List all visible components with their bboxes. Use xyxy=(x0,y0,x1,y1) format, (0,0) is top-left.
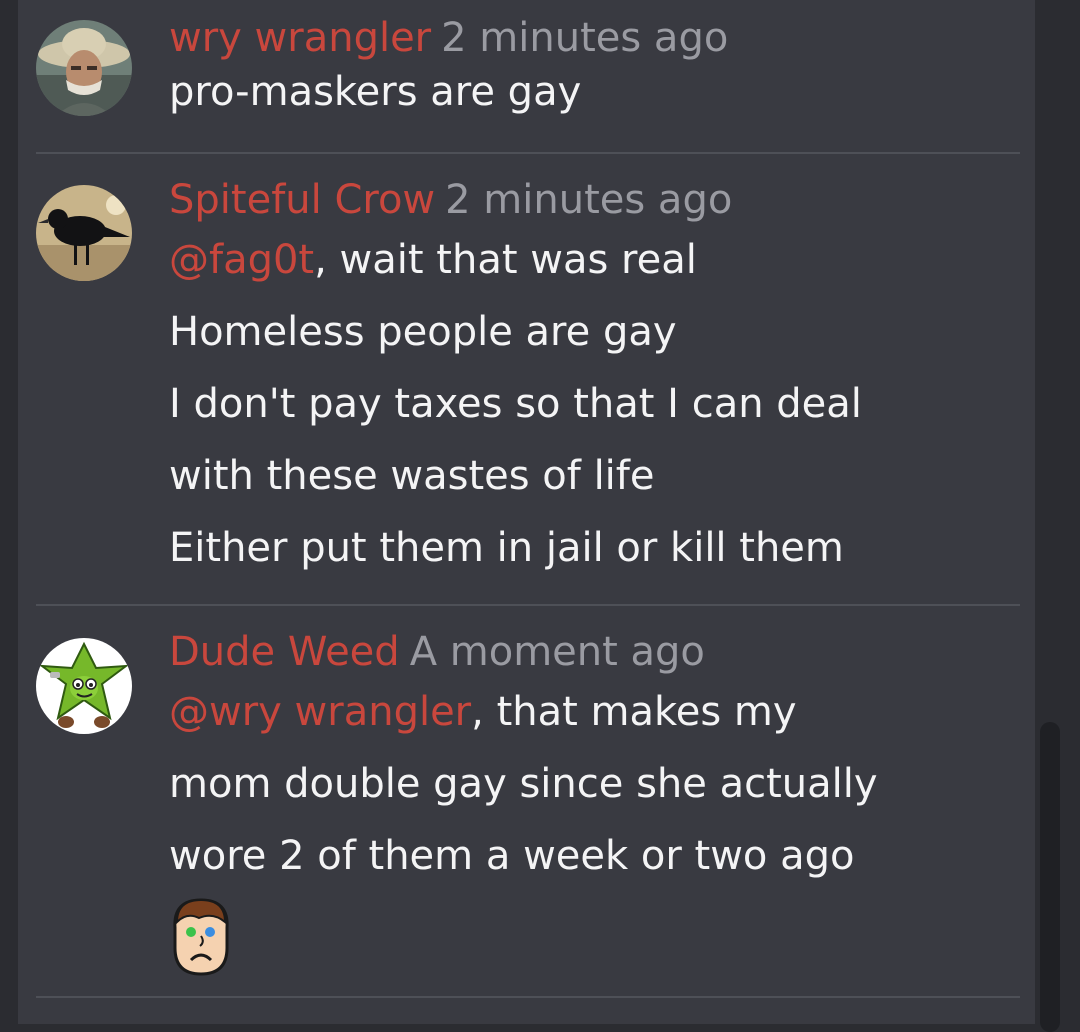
divider xyxy=(36,152,1020,154)
divider xyxy=(36,996,1020,998)
sad-face-emoji xyxy=(169,892,1020,976)
scrollbar-thumb[interactable] xyxy=(1040,722,1060,1032)
mention-link[interactable]: @wry wrangler xyxy=(169,689,471,735)
comment-header: wry wrangler 2 minutes ago xyxy=(169,14,1020,62)
comment-text-line: with these wastes of life xyxy=(169,453,655,499)
comment-text-line: pro-maskers are gay xyxy=(169,69,582,115)
comment-body: Dude Weed A moment ago @wry wrangler, tha… xyxy=(169,628,1020,976)
comment-text: , wait that was real xyxy=(314,237,697,283)
avatar[interactable] xyxy=(36,20,132,116)
avatar[interactable] xyxy=(36,185,132,281)
timestamp: 2 minutes ago xyxy=(445,177,733,223)
username-link[interactable]: Spiteful Crow xyxy=(169,177,435,223)
username-link[interactable]: Dude Weed xyxy=(169,629,400,675)
username-link[interactable]: wry wrangler xyxy=(169,15,431,61)
comment-text-line: mom double gay since she actually xyxy=(169,761,878,807)
divider xyxy=(36,604,1020,606)
comment-text-line: Homeless people are gay xyxy=(169,309,677,355)
timestamp: A moment ago xyxy=(409,629,705,675)
comment-body: Spiteful Crow 2 minutes ago @fag0t, wait … xyxy=(169,176,1020,584)
comment-text-line: wore 2 of them a week or two ago xyxy=(169,833,855,879)
timestamp: 2 minutes ago xyxy=(441,15,729,61)
comment-text-line: @wry wrangler, that makes my xyxy=(169,676,1020,748)
comment-text-line: @fag0t, wait that was real xyxy=(169,224,1020,296)
comment-header: Dude Weed A moment ago xyxy=(169,628,1020,676)
comment-body: wry wrangler 2 minutes ago pro-maskers ar… xyxy=(169,14,1020,122)
comment-header: Spiteful Crow 2 minutes ago xyxy=(169,176,1020,224)
comment-text: , that makes my xyxy=(471,689,797,735)
avatar[interactable] xyxy=(36,638,132,734)
comment-text-line: I don't pay taxes so that I can deal xyxy=(169,381,862,427)
comment-text-line: Either put them in jail or kill them xyxy=(169,525,844,571)
mention-link[interactable]: @fag0t xyxy=(169,237,314,283)
